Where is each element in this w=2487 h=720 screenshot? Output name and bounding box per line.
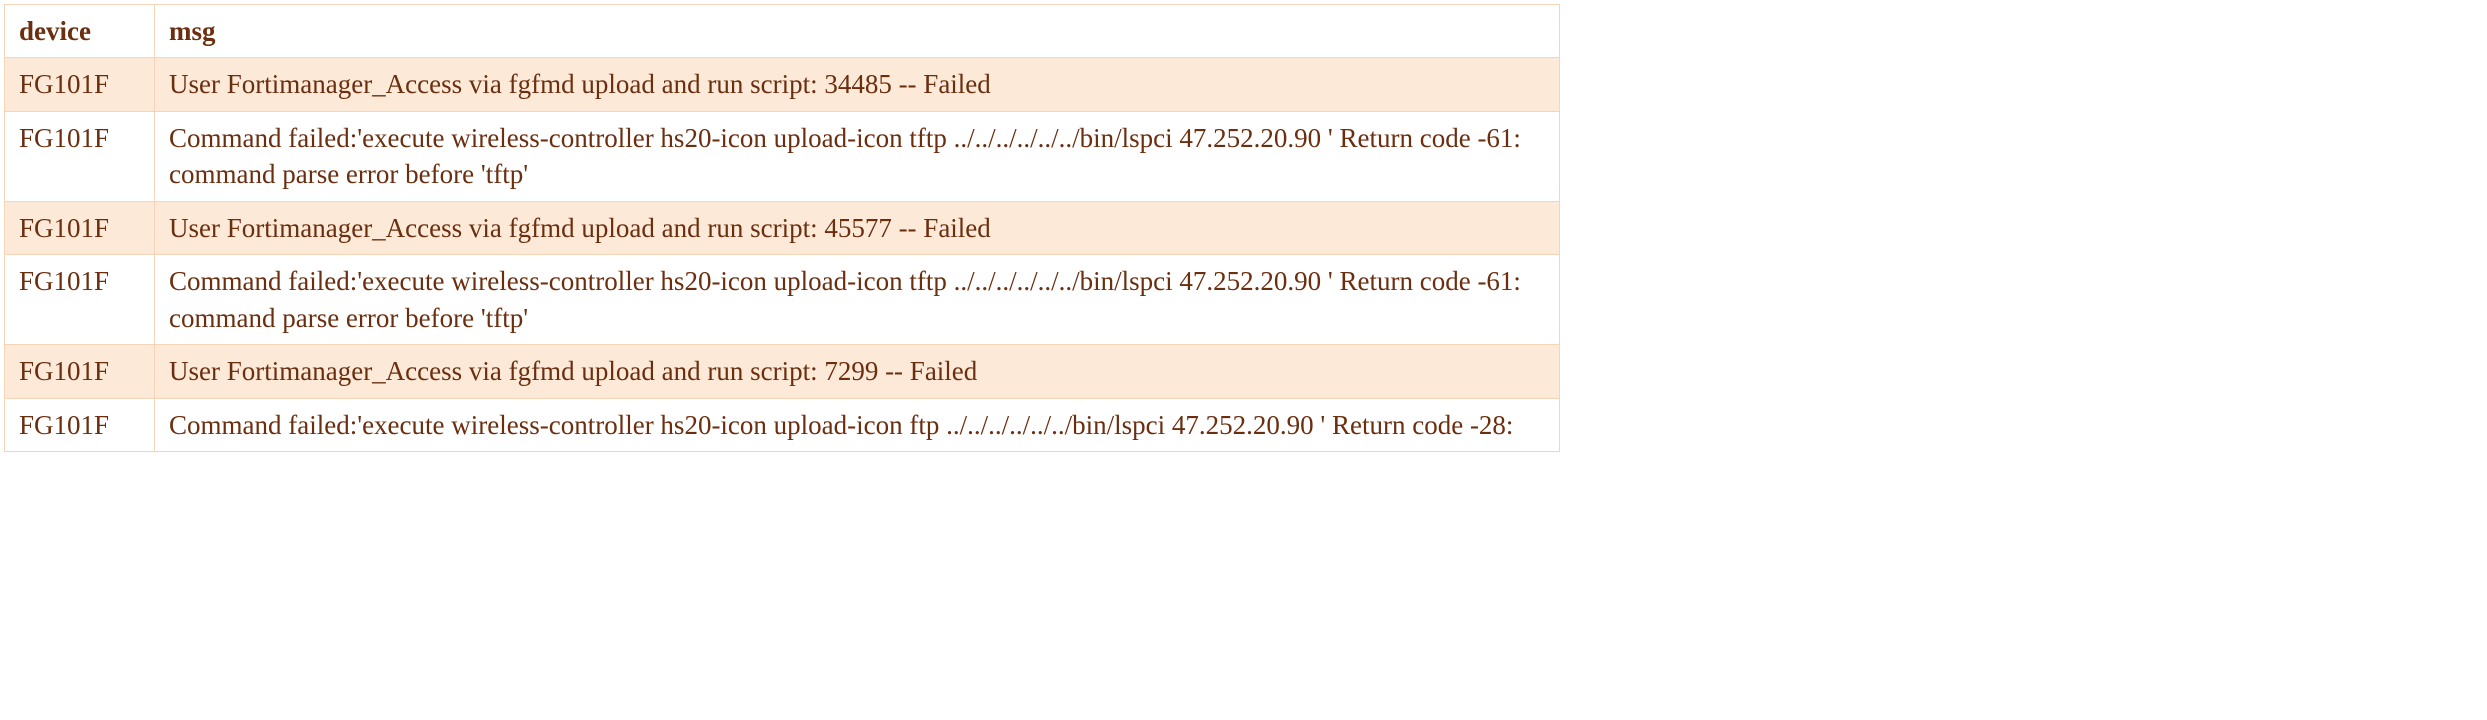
cell-device: FG101F <box>5 255 155 345</box>
cell-msg: User Fortimanager_Access via fgfmd uploa… <box>155 345 1560 398</box>
col-header-msg: msg <box>155 5 1560 58</box>
table-row: FG101FCommand failed:'execute wireless-c… <box>5 111 1560 201</box>
table-row: FG101FCommand failed:'execute wireless-c… <box>5 255 1560 345</box>
table-header-row: device msg <box>5 5 1560 58</box>
log-table: device msg FG101FUser Fortimanager_Acces… <box>4 4 1560 452</box>
cell-msg: Command failed:'execute wireless-control… <box>155 255 1560 345</box>
table-row: FG101FUser Fortimanager_Access via fgfmd… <box>5 345 1560 398</box>
cell-device: FG101F <box>5 345 155 398</box>
cell-device: FG101F <box>5 201 155 254</box>
cell-device: FG101F <box>5 111 155 201</box>
cell-msg: User Fortimanager_Access via fgfmd uploa… <box>155 58 1560 111</box>
table-row: FG101FUser Fortimanager_Access via fgfmd… <box>5 58 1560 111</box>
table-row: FG101FCommand failed:'execute wireless-c… <box>5 398 1560 451</box>
cell-device: FG101F <box>5 58 155 111</box>
cell-msg: Command failed:'execute wireless-control… <box>155 111 1560 201</box>
col-header-device: device <box>5 5 155 58</box>
cell-msg: Command failed:'execute wireless-control… <box>155 398 1560 451</box>
cell-device: FG101F <box>5 398 155 451</box>
table-row: FG101FUser Fortimanager_Access via fgfmd… <box>5 201 1560 254</box>
cell-msg: User Fortimanager_Access via fgfmd uploa… <box>155 201 1560 254</box>
